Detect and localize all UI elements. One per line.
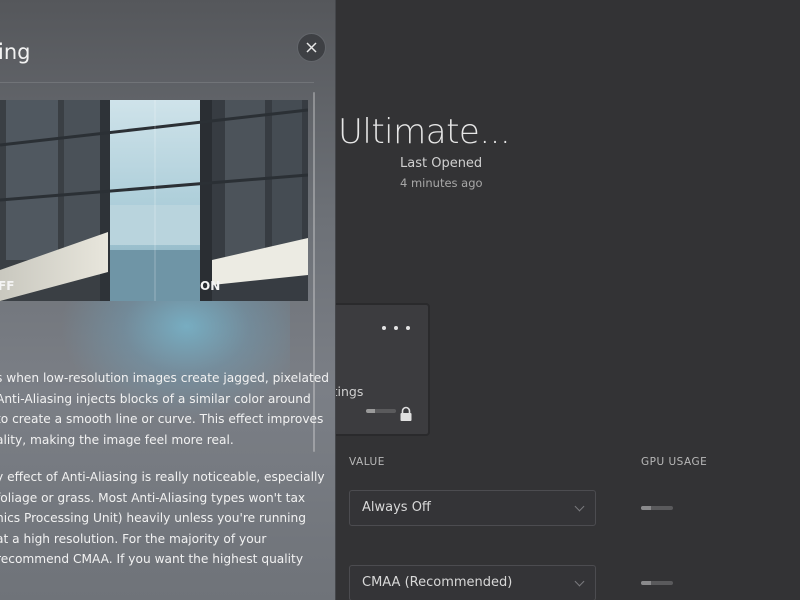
comparison-image — [0, 100, 308, 301]
chevron-down-icon — [574, 501, 585, 512]
anti-aliasing-select[interactable]: Always Off — [349, 490, 596, 526]
lock-icon — [400, 406, 412, 421]
last-opened-label: Last Opened — [400, 156, 483, 171]
chevron-down-icon — [574, 576, 585, 587]
comparison-off-label: FF — [0, 279, 15, 293]
value-column-header: VALUE — [349, 456, 385, 468]
last-opened-value: 4 minutes ago — [400, 176, 483, 190]
gpu-usage-bar — [641, 506, 673, 510]
app-root: Ultimate... Last Opened 4 minutes ago et… — [0, 0, 800, 600]
close-icon — [306, 42, 317, 53]
description-paragraph: y effect of Anti-Aliasing is really noti… — [0, 470, 325, 566]
game-title: Ultimate... — [338, 112, 511, 152]
more-options-icon[interactable] — [382, 321, 410, 335]
gpu-usage-bar — [641, 581, 673, 585]
close-button[interactable] — [297, 33, 326, 62]
select-value: Always Off — [362, 500, 431, 515]
title-divider — [0, 82, 314, 83]
info-panel: ing F ON when low-resolution images crea… — [0, 0, 336, 600]
gpu-usage-column-header: GPU USAGE — [641, 456, 708, 468]
description-paragraph: s when low-resolution images create jagg… — [0, 371, 329, 447]
comparison-on-label: ON — [200, 279, 221, 293]
select-value: CMAA (Recommended) — [362, 575, 513, 590]
profile-usage-bar — [366, 409, 396, 413]
anti-aliasing-type-select[interactable]: CMAA (Recommended) — [349, 565, 596, 600]
panel-title: ing — [0, 40, 31, 64]
